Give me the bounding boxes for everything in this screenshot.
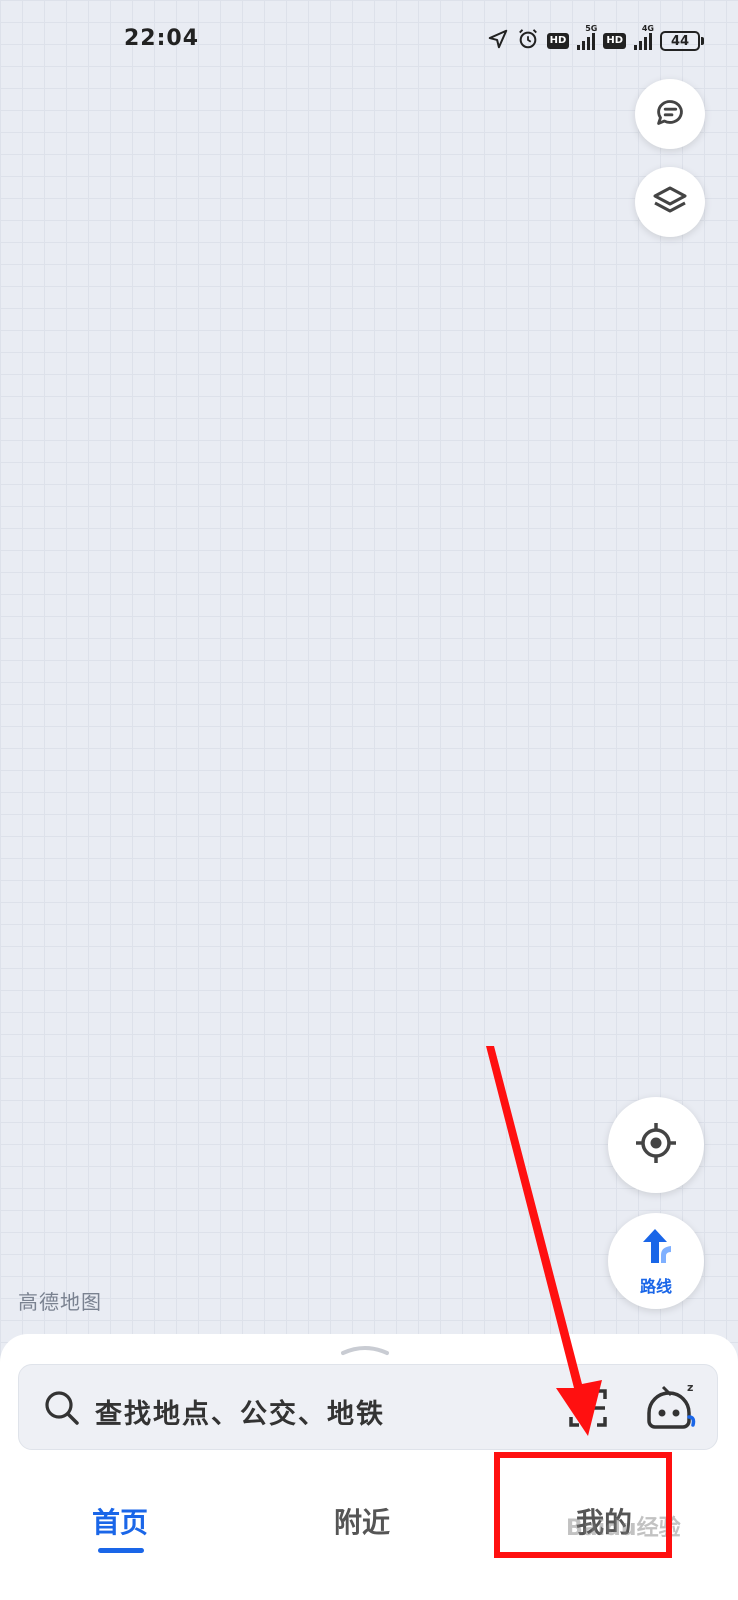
location-arrow-icon xyxy=(487,28,509,54)
svg-text:z: z xyxy=(687,1381,693,1394)
status-bar: 22:04 HD 5G HD 4G 44 xyxy=(0,0,738,80)
locate-button[interactable] xyxy=(608,1097,704,1193)
tab-home[interactable]: 首页 xyxy=(92,1501,148,1541)
signal-4g-icon: 4G xyxy=(634,24,654,50)
voice-assistant-icon[interactable]: z xyxy=(641,1379,701,1443)
alarm-icon xyxy=(517,28,539,54)
sheet-handle[interactable] xyxy=(340,1341,390,1361)
network-4g-label: 4G xyxy=(641,24,654,33)
route-label: 路线 xyxy=(639,1277,672,1296)
battery-icon: 44 xyxy=(660,31,704,51)
tab-home-indicator xyxy=(98,1548,144,1553)
chat-bubble-icon xyxy=(651,93,689,135)
status-time: 22:04 xyxy=(124,26,200,51)
crosshair-icon xyxy=(634,1121,678,1169)
status-icons: HD 5G HD 4G 44 xyxy=(487,24,704,54)
search-bar[interactable]: 查找地点、公交、地铁 z xyxy=(18,1364,718,1450)
map-logo: 高德地图 xyxy=(18,1290,102,1314)
network-5g-label: 5G xyxy=(585,24,598,33)
search-icon xyxy=(43,1389,81,1431)
layers-button[interactable] xyxy=(635,167,705,237)
hd-badge-1: HD xyxy=(546,33,570,49)
route-button[interactable]: 路线 xyxy=(608,1213,704,1309)
search-input[interactable]: 查找地点、公交、地铁 xyxy=(95,1392,385,1431)
annotation-highlight-box xyxy=(494,1452,672,1558)
layers-icon xyxy=(650,180,690,224)
message-button[interactable] xyxy=(635,79,705,149)
battery-level: 44 xyxy=(660,31,700,51)
tab-nearby[interactable]: 附近 xyxy=(334,1501,390,1541)
route-arrow-icon xyxy=(635,1225,677,1271)
signal-5g-icon: 5G xyxy=(577,24,597,50)
hd-badge-2: HD xyxy=(603,33,626,49)
scan-icon[interactable] xyxy=(567,1387,609,1433)
